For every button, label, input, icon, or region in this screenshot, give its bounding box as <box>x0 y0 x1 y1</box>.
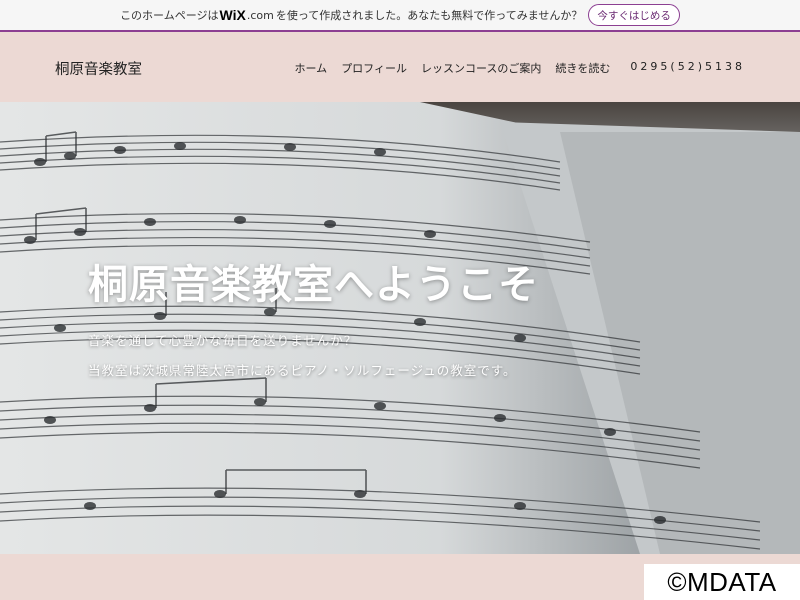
wix-promo-bar: このホームページは WiX .com を使って作成されました。あなたも無料で作っ… <box>0 0 800 32</box>
hero-section: 桐原音楽教室へようこそ 音楽を通して心豊かな毎日を送りませんか？ 当教室は茨城県… <box>0 102 800 554</box>
main-nav: ホーム プロフィール レッスンコースのご案内 続きを読む 0295(52)513… <box>295 60 745 76</box>
wix-logo[interactable]: WiX <box>220 7 246 23</box>
copyright-watermark: ©MDATA <box>644 564 800 600</box>
wix-logo-dotcom: .com <box>246 8 274 22</box>
nav-item-read-more[interactable]: 続きを読む <box>555 60 610 76</box>
site-header: 桐原音楽教室 ホーム プロフィール レッスンコースのご案内 続きを読む 0295… <box>0 34 800 102</box>
wix-promo-suffix: を使って作成されました。あなたも無料で作ってみませんか？ <box>275 9 583 22</box>
nav-item-lesson-courses[interactable]: レッスンコースのご案内 <box>421 60 541 76</box>
phone-number: 0295(52)5138 <box>630 60 745 73</box>
hero-title: 桐原音楽教室へようこそ <box>88 261 539 308</box>
sheet-music-background <box>0 102 800 554</box>
hero-tagline: 音楽を通して心豊かな毎日を送りませんか？ <box>88 333 358 348</box>
nav-item-home[interactable]: ホーム <box>295 60 328 76</box>
start-now-button[interactable]: 今すぐはじめる <box>588 4 680 26</box>
nav-item-profile[interactable]: プロフィール <box>341 60 407 76</box>
wix-promo-prefix: このホームページは <box>120 9 219 22</box>
hero-description: 当教室は茨城県常陸太宮市にあるピアノ・ソルフェージュの教室です。 <box>88 363 517 378</box>
site-logo[interactable]: 桐原音楽教室 <box>55 58 142 79</box>
